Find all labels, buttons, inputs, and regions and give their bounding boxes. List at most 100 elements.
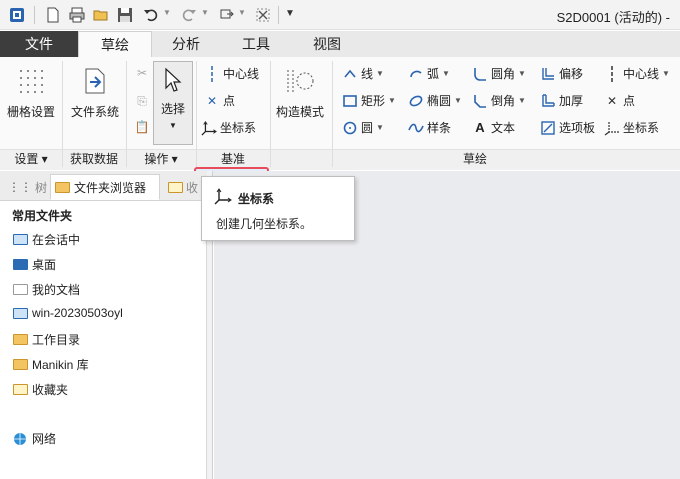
open-icon[interactable]	[92, 6, 110, 24]
manikin-library-icon	[12, 358, 28, 372]
print-icon[interactable]	[68, 6, 86, 24]
close-window-icon[interactable]	[254, 6, 272, 24]
tab-analysis[interactable]: 分析	[152, 31, 220, 57]
file-system-icon	[79, 65, 111, 97]
group-setup[interactable]: 设置 ▾	[0, 150, 62, 168]
session-icon	[12, 233, 28, 247]
spline-icon	[408, 120, 424, 136]
arc-button[interactable]: 弧 ▼	[408, 65, 450, 82]
tab-tools[interactable]: 工具	[222, 31, 290, 57]
fillet-icon	[472, 66, 488, 82]
undo-dropdown-icon[interactable]: ▼	[163, 8, 171, 17]
ellipse-dropdown-icon: ▼	[454, 96, 462, 105]
copy-icon: ⎘	[137, 93, 147, 108]
thicken-icon	[540, 93, 556, 109]
text-icon: A	[475, 120, 485, 135]
favorites-icon	[12, 383, 28, 397]
datum-coordsys-button[interactable]: 坐标系	[201, 119, 256, 136]
favorites-icon	[168, 181, 183, 193]
file-system-label: 文件系统	[70, 105, 119, 119]
rectangle-dropdown-icon: ▼	[388, 96, 396, 105]
circle-icon	[342, 120, 358, 136]
rectangle-icon	[342, 93, 358, 109]
copy-button[interactable]: ⎘	[134, 93, 153, 109]
coordsys-tooltip: 坐标系 创建几何坐标系。	[201, 176, 355, 241]
window-title: S2D0001 (活动的) -	[556, 10, 670, 25]
folder-my-documents[interactable]: 我的文档	[12, 281, 80, 298]
folder-working-directory[interactable]: 工作目录	[12, 331, 80, 348]
line-dropdown-icon: ▼	[376, 69, 384, 78]
file-system-button[interactable]: 文件系统	[66, 65, 124, 120]
thicken-button[interactable]: 加厚	[540, 92, 583, 109]
construction-mode-button[interactable]: 构造模式	[274, 65, 326, 120]
app-icon[interactable]	[8, 6, 26, 24]
circle-button[interactable]: 圆 ▼	[342, 119, 384, 136]
folder-browser-icon	[55, 181, 70, 193]
chamfer-icon	[472, 93, 488, 109]
folder-computer[interactable]: win-20230503oyl	[12, 306, 123, 320]
tab-file[interactable]: 文件	[0, 31, 78, 57]
paste-button[interactable]: 📋	[134, 119, 153, 135]
network-icon	[12, 432, 28, 446]
grid-settings-button[interactable]: 栅格设置	[6, 65, 56, 120]
tab-folder-browser[interactable]: 文件夹浏览器	[50, 174, 160, 200]
sketch-point-button[interactable]: ✕ 点	[604, 92, 635, 109]
line-button[interactable]: 线 ▼	[342, 65, 384, 82]
datum-point-button[interactable]: ✕ 点	[204, 92, 235, 109]
coordinate-system-icon	[201, 120, 217, 136]
tree-icon: ⋮⋮	[8, 180, 32, 194]
group-get-data[interactable]: 获取数据	[62, 150, 126, 168]
text-button[interactable]: A 文本	[472, 119, 515, 136]
folder-in-session[interactable]: 在会话中	[12, 231, 80, 248]
folder-manikin-library[interactable]: Manikin 库	[12, 356, 89, 373]
offset-button[interactable]: 偏移	[540, 65, 583, 82]
working-directory-icon	[12, 333, 28, 347]
regenerate-dropdown-icon[interactable]: ▼	[238, 8, 246, 17]
ellipse-button[interactable]: 椭圆 ▼	[408, 92, 462, 109]
folder-desktop[interactable]: 桌面	[12, 256, 56, 273]
scissors-icon: ✂	[136, 66, 148, 80]
tab-sketch[interactable]: 草绘	[78, 31, 152, 57]
undo-icon[interactable]	[142, 6, 160, 24]
cut-button[interactable]: ✂	[134, 65, 153, 81]
datum-centerline-button[interactable]: 中心线	[204, 65, 259, 82]
folder-network[interactable]: 网络	[12, 430, 56, 447]
regenerate-icon[interactable]	[218, 6, 236, 24]
palette-button[interactable]: 选项板	[540, 119, 595, 136]
grid-settings-label: 栅格设置	[6, 105, 55, 119]
group-operations[interactable]: 操作 ▾	[126, 150, 196, 168]
sketch-coordsys-button[interactable]: 坐标系	[604, 119, 659, 136]
new-icon[interactable]	[44, 6, 62, 24]
fillet-button[interactable]: 圆角 ▼	[472, 65, 526, 82]
desktop-icon	[12, 258, 28, 272]
customize-icon[interactable]: ▼	[285, 8, 295, 19]
fillet-dropdown-icon: ▼	[518, 69, 526, 78]
tab-favorites[interactable]: 收	[164, 174, 204, 200]
redo-icon[interactable]	[180, 6, 198, 24]
toolbar-separator	[34, 6, 35, 24]
paste-icon: 📋	[134, 120, 150, 134]
tooltip-title: 坐标系	[238, 192, 275, 206]
ribbon: 栅格设置 设置 ▾ 文件系统 获取数据 ✂ ⎘ 📋 选择 ▼ 操作 ▾ 中心线 …	[0, 57, 680, 200]
spline-button[interactable]: 样条	[408, 119, 451, 136]
save-icon[interactable]	[116, 6, 134, 24]
sketch-centerline-button[interactable]: 中心线 ▼	[604, 65, 670, 82]
offset-icon	[540, 66, 556, 82]
tab-view[interactable]: 视图	[292, 31, 362, 57]
chamfer-dropdown-icon: ▼	[518, 96, 526, 105]
tab-model-tree[interactable]: ⋮⋮ 树	[4, 174, 48, 200]
select-button[interactable]: 选择 ▼	[153, 61, 193, 145]
group-datum[interactable]: 基准	[196, 150, 270, 168]
palette-icon	[540, 120, 556, 136]
ellipse-icon	[408, 93, 424, 109]
select-label: 选择	[160, 102, 185, 116]
folder-favorites[interactable]: 收藏夹	[12, 381, 68, 398]
chamfer-button[interactable]: 倒角 ▼	[472, 92, 526, 109]
rectangle-button[interactable]: 矩形 ▼	[342, 92, 396, 109]
circle-dropdown-icon: ▼	[376, 123, 384, 132]
centerline-icon	[204, 65, 220, 82]
group-sketching[interactable]: 草绘	[270, 150, 680, 168]
toolbar-separator	[278, 6, 279, 24]
redo-dropdown-icon[interactable]: ▼	[201, 8, 209, 17]
documents-icon	[12, 283, 28, 297]
